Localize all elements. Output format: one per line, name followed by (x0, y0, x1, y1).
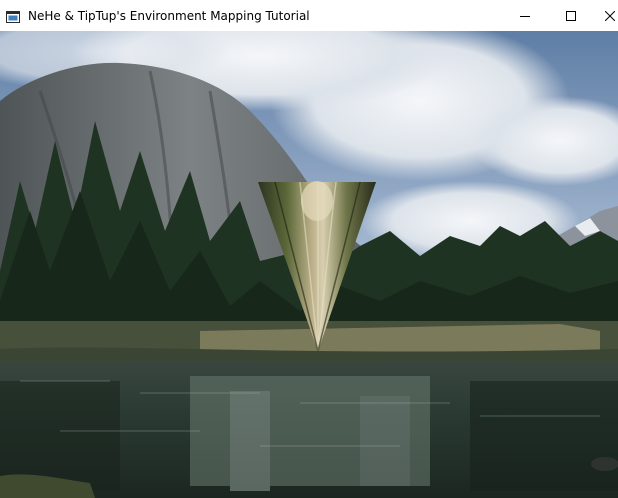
water-reflections (0, 376, 618, 491)
close-icon (604, 6, 616, 25)
rock (591, 457, 618, 471)
close-button[interactable] (594, 0, 618, 31)
window-title: NeHe & TipTup's Environment Mapping Tuto… (28, 9, 310, 23)
scene-render (0, 31, 618, 498)
maximize-icon (566, 6, 576, 25)
minimize-button[interactable] (502, 0, 548, 31)
minimize-icon (520, 6, 530, 25)
title-bar[interactable]: NeHe & TipTup's Environment Mapping Tuto… (0, 0, 618, 31)
opengl-viewport[interactable] (0, 31, 618, 498)
opengl-app-icon (6, 9, 20, 23)
maximize-button[interactable] (548, 0, 594, 31)
app-window: NeHe & TipTup's Environment Mapping Tuto… (0, 0, 618, 498)
